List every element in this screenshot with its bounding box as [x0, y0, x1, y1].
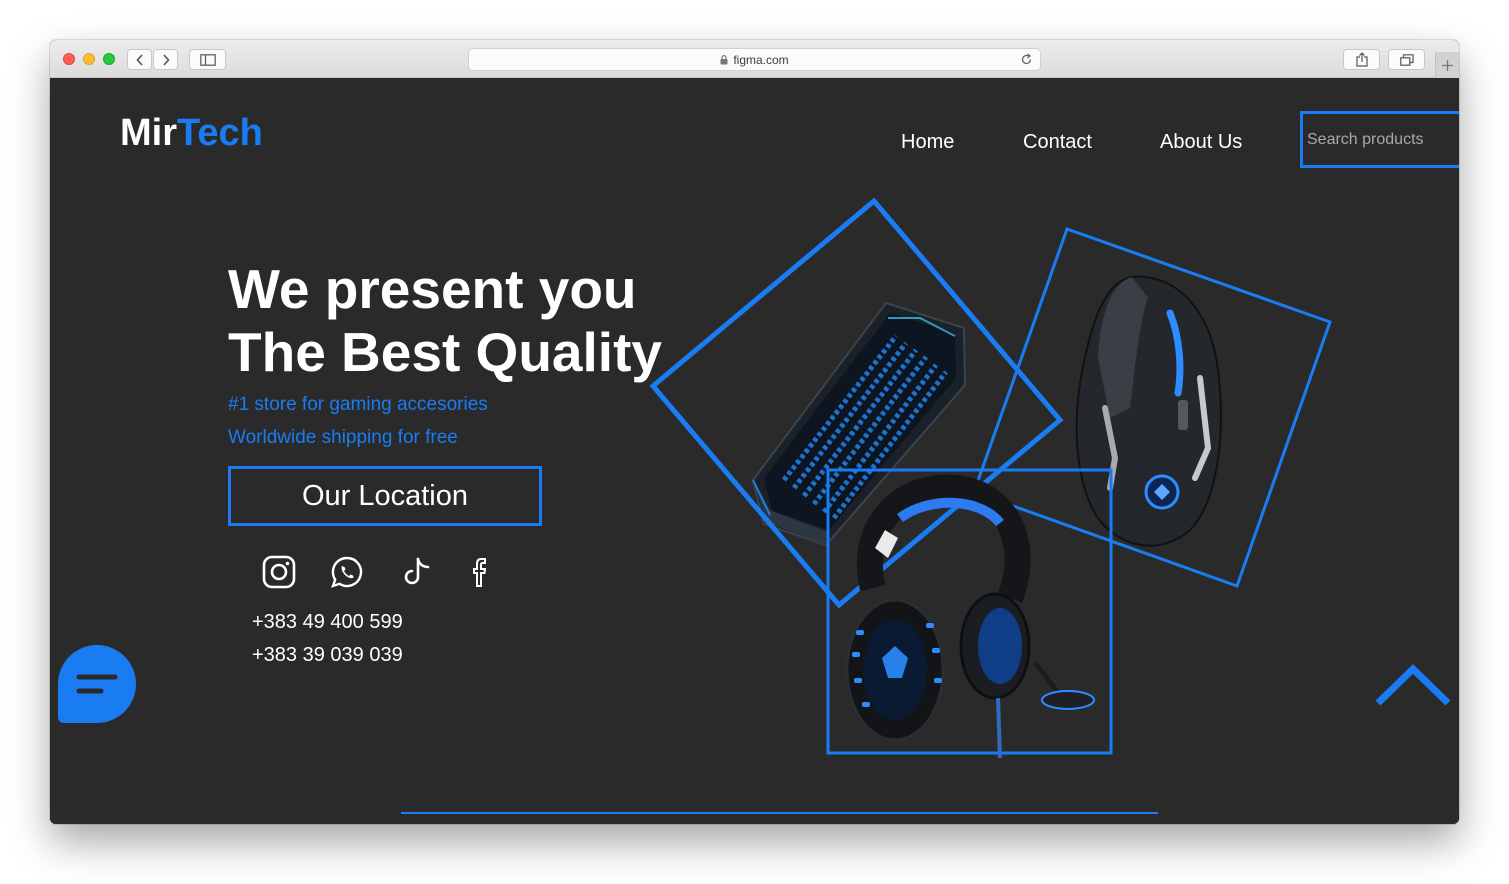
- nav-home-link[interactable]: Home: [901, 131, 954, 154]
- phone-number-1[interactable]: +383 49 400 599: [252, 611, 403, 634]
- nav-contact-link[interactable]: Contact: [1023, 131, 1092, 154]
- chevron-up-icon[interactable]: [1372, 661, 1452, 709]
- our-location-button[interactable]: Our Location: [228, 466, 542, 526]
- bottom-divider: [401, 812, 1158, 814]
- share-button[interactable]: [1343, 49, 1380, 70]
- tiktok-icon[interactable]: [397, 552, 437, 592]
- browser-window: figma.com MirTech Home Contact About Us …: [50, 40, 1459, 824]
- product-showcase: [649, 197, 1332, 759]
- address-bar[interactable]: figma.com: [468, 48, 1041, 71]
- keyboard-icon: [751, 301, 967, 547]
- tabs-overview-button[interactable]: [1388, 49, 1425, 70]
- maximize-window-button[interactable]: [103, 53, 115, 65]
- headset-icon: [845, 474, 1095, 759]
- browser-toolbar: figma.com: [50, 40, 1459, 78]
- chevron-left-icon: [135, 53, 143, 66]
- mouse-icon: [1075, 275, 1222, 547]
- tagline-shipping: Worldwide shipping for free: [228, 427, 458, 448]
- close-window-button[interactable]: [63, 53, 75, 65]
- search-input[interactable]: [1300, 111, 1459, 168]
- reload-icon[interactable]: [1020, 53, 1033, 66]
- nav-about-link[interactable]: About Us: [1160, 131, 1242, 154]
- plus-icon: [1442, 59, 1453, 71]
- facebook-icon[interactable]: [461, 552, 501, 592]
- chat-icon: [76, 674, 118, 694]
- new-tab-button[interactable]: [1435, 52, 1459, 78]
- forward-button[interactable]: [153, 49, 178, 70]
- webpage: MirTech Home Contact About Us We present…: [50, 78, 1459, 824]
- back-button[interactable]: [127, 49, 152, 70]
- sidebar-icon: [199, 53, 216, 66]
- tagline-store: #1 store for gaming accesories: [228, 394, 488, 415]
- keyboard-frame: [649, 197, 1064, 609]
- headset-frame: [826, 468, 1113, 755]
- lock-icon: [720, 54, 728, 64]
- hero-title: We present you The Best Quality: [228, 258, 662, 384]
- mouse-frame: [972, 227, 1332, 588]
- url-text: figma.com: [733, 52, 789, 67]
- hero-title-line1: We present you: [228, 258, 637, 320]
- tabs-icon: [1399, 53, 1414, 66]
- minimize-window-button[interactable]: [83, 53, 95, 65]
- whatsapp-icon[interactable]: [327, 552, 367, 592]
- brand-logo[interactable]: MirTech: [120, 112, 263, 155]
- brand-name-part2: Tech: [177, 112, 263, 154]
- sidebar-toggle-button[interactable]: [189, 49, 226, 70]
- chevron-right-icon: [162, 53, 170, 66]
- phone-number-2[interactable]: +383 39 039 039: [252, 644, 403, 667]
- hero-title-line2: The Best Quality: [228, 321, 662, 383]
- chat-button[interactable]: [58, 645, 136, 723]
- brand-name-part1: Mir: [120, 112, 177, 154]
- share-icon: [1355, 52, 1368, 67]
- instagram-icon[interactable]: [259, 552, 299, 592]
